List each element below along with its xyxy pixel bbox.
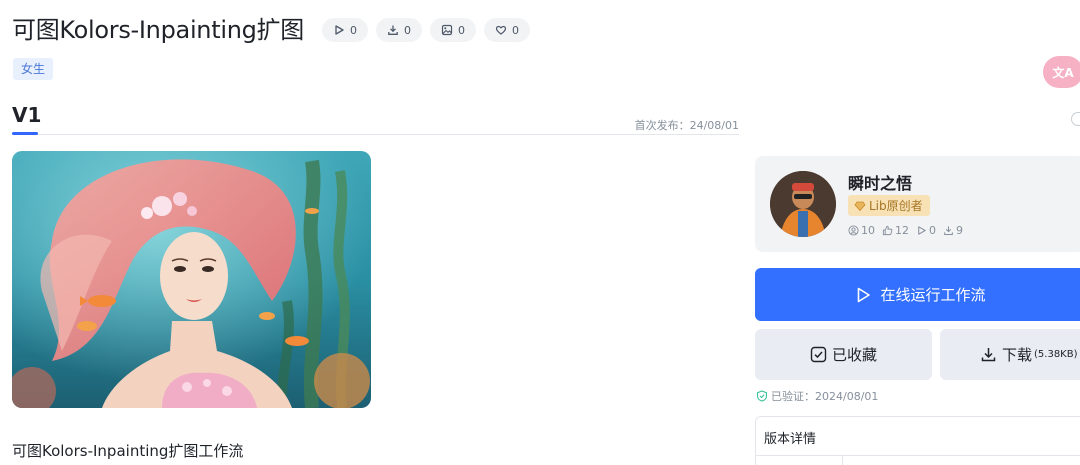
author-stat-likes: 12 — [882, 224, 909, 237]
tab-v1[interactable]: V1 — [12, 103, 41, 127]
play-icon — [918, 226, 926, 235]
heart-icon — [495, 25, 507, 35]
download-icon — [981, 348, 996, 362]
workflow-description: 可图Kolors-Inpainting扩图工作流 — [12, 442, 244, 460]
play-icon — [335, 25, 344, 35]
run-count: 0 — [349, 23, 357, 37]
download-label: 下载 — [1002, 346, 1033, 364]
scroll-edge-icon — [1071, 112, 1080, 126]
download-icon — [388, 25, 398, 35]
author-name[interactable]: 瞬时之悟 — [848, 170, 912, 194]
publish-date: 首次发布：24/08/01 — [634, 119, 739, 132]
run-workflow-label: 在线运行工作流 — [880, 286, 986, 304]
author-stats: 10 12 0 9 — [848, 224, 970, 237]
author-stat-runs: 0 — [916, 224, 936, 237]
download-count-pill[interactable]: 0 — [375, 18, 422, 42]
author-stat-downloads: 9 — [943, 224, 963, 237]
avatar-image — [770, 171, 836, 237]
verified-status: 已验证：2024/08/01 — [756, 388, 878, 404]
stats-bar: 0 0 0 0 — [314, 18, 530, 42]
author-card[interactable]: 瞬时之悟 Lib原创者 10 12 0 9 — [755, 156, 1080, 252]
category-tag[interactable]: 女生 — [13, 58, 54, 80]
creator-badge: Lib原创者 — [848, 195, 930, 216]
hero-image[interactable] — [12, 151, 371, 408]
author-stat-followers: 10 — [848, 224, 875, 237]
run-count-pill[interactable]: 0 — [321, 18, 368, 42]
check-square-icon — [810, 346, 827, 363]
download-button[interactable]: 下载 (5.38KB) — [940, 329, 1080, 380]
downloads-count: 9 — [956, 224, 963, 237]
version-details-panel: 版本详情 — [755, 416, 1080, 465]
favorite-label: 已收藏 — [831, 346, 877, 364]
likes-count: 12 — [895, 224, 909, 237]
translate-button[interactable]: 文A — [1043, 56, 1080, 88]
runs-count: 0 — [929, 224, 936, 237]
shield-check-icon — [756, 390, 768, 402]
header: 可图Kolors-Inpainting扩图 0 0 0 0 — [12, 12, 530, 48]
details-divider — [756, 455, 1080, 456]
user-icon — [848, 225, 859, 236]
image-count: 0 — [457, 23, 465, 37]
favorite-button[interactable]: 已收藏 — [755, 329, 932, 380]
followers-count: 10 — [861, 224, 875, 237]
download-icon — [944, 226, 953, 235]
image-icon — [441, 24, 453, 36]
details-column-divider — [842, 455, 843, 465]
version-details-title: 版本详情 — [764, 432, 817, 447]
like-count-pill[interactable]: 0 — [483, 18, 530, 42]
verified-text: 已验证：2024/08/01 — [771, 390, 879, 403]
like-count: 0 — [511, 23, 519, 37]
download-size: (5.38KB) — [1034, 349, 1078, 360]
thumb-icon — [882, 225, 893, 236]
download-count: 0 — [403, 23, 411, 37]
play-icon — [858, 287, 871, 302]
page-title: 可图Kolors-Inpainting扩图 — [12, 16, 304, 44]
avatar[interactable] — [770, 171, 836, 237]
image-count-pill[interactable]: 0 — [429, 18, 476, 42]
mermaid-artwork — [12, 151, 371, 408]
tab-divider — [12, 134, 739, 135]
translate-icon: 文A — [1052, 65, 1074, 80]
creator-badge-label: Lib原创者 — [869, 199, 923, 213]
run-workflow-button[interactable]: 在线运行工作流 — [755, 268, 1080, 321]
diamond-icon — [854, 201, 866, 211]
active-tab-indicator — [12, 132, 38, 135]
